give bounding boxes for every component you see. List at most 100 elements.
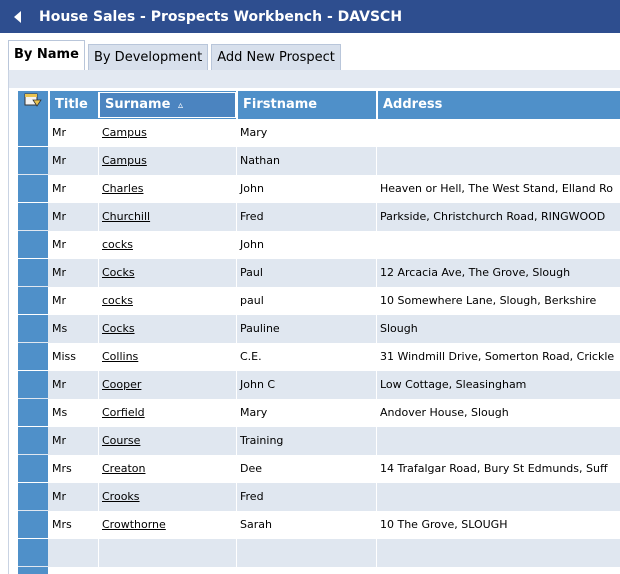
cell-surname-link[interactable]: Cocks xyxy=(98,315,236,343)
cell-address-text: 12 Arcacia Ave, The Grove, Slough xyxy=(380,266,571,279)
tab-by-development[interactable]: By Development xyxy=(87,44,209,70)
row-selector[interactable] xyxy=(18,119,48,146)
cell-title: Mr xyxy=(48,203,98,231)
table-row[interactable]: Mr Campus Mary xyxy=(18,119,620,147)
table-row[interactable]: Mr Charles John Heaven or Hell, The West St… xyxy=(18,175,620,203)
cell-surname-link[interactable]: Crooks xyxy=(98,483,236,511)
cell-firstname: C.E. xyxy=(236,343,376,371)
cell-address: 12 Arcacia Ave, The Grove, Slough xyxy=(376,259,620,287)
table-row[interactable]: Mr Cooper John C Low Cottage, Sleasingham xyxy=(18,371,620,399)
cell-surname-link-text[interactable]: cocks xyxy=(102,238,133,251)
cell-surname-link[interactable]: Corfield xyxy=(98,399,236,427)
cell-title-text: Mr xyxy=(52,210,67,223)
tab-by-name[interactable]: By Name xyxy=(8,40,85,70)
row-selector[interactable] xyxy=(18,343,48,370)
table-row[interactable] xyxy=(18,539,620,567)
cell-title: Mr xyxy=(48,119,98,147)
row-selector[interactable] xyxy=(18,259,48,286)
table-row[interactable]: Mr Cocks Paul 12 Arcacia Ave, The Grove, Sl… xyxy=(18,259,620,287)
table-row[interactable]: Mr Course Training xyxy=(18,427,620,455)
cell-surname-link-text[interactable]: Creaton xyxy=(102,462,145,475)
cell-title: Miss xyxy=(48,343,98,371)
row-selector[interactable] xyxy=(18,567,48,574)
cell-title xyxy=(48,567,98,574)
cell-surname-link[interactable]: Crowthorne xyxy=(98,511,236,539)
cell-surname-link[interactable]: Course xyxy=(98,427,236,455)
cell-firstname: John xyxy=(236,175,376,203)
table-row[interactable]: Ms Corfield Mary Andover House, Slough xyxy=(18,399,620,427)
cell-firstname-text: Mary xyxy=(240,126,268,139)
cell-surname-link[interactable]: Campus xyxy=(98,147,236,175)
cell-surname-link-text[interactable]: Cocks xyxy=(102,322,135,335)
table-row[interactable] xyxy=(18,567,620,574)
tab-add-new-prospect[interactable]: Add New Prospect xyxy=(211,44,341,70)
cell-surname-link[interactable] xyxy=(98,539,236,567)
cell-title: Ms xyxy=(48,315,98,343)
table-row[interactable]: Mrs Crowthorne Sarah 10 The Grove, SLOUGH xyxy=(18,511,620,539)
table-row[interactable]: Miss Collins C.E. 31 Windmill Drive, Somert… xyxy=(18,343,620,371)
cell-surname-link-text[interactable]: Cooper xyxy=(102,378,141,391)
row-selector[interactable] xyxy=(18,287,48,314)
cell-title: Mr xyxy=(48,371,98,399)
cell-address-text: Parkside, Christchurch Road, RINGWOOD xyxy=(380,210,606,223)
row-selector[interactable] xyxy=(18,371,48,398)
cell-surname-link[interactable]: Creaton xyxy=(98,455,236,483)
row-selector[interactable] xyxy=(18,539,48,566)
row-selector[interactable] xyxy=(18,147,48,174)
cell-surname-link-text[interactable]: Churchill xyxy=(102,210,150,223)
table-row[interactable]: Mr cocks John xyxy=(18,231,620,259)
cell-surname-link-text[interactable]: Collins xyxy=(102,350,138,363)
table-row[interactable]: Mr Crooks Fred xyxy=(18,483,620,511)
cell-surname-link[interactable]: Cocks xyxy=(98,259,236,287)
column-header-title[interactable]: Title xyxy=(48,91,98,119)
cell-surname-link-text[interactable]: Corfield xyxy=(102,406,145,419)
row-selector[interactable] xyxy=(18,511,48,538)
cell-surname-link-text[interactable]: Crooks xyxy=(102,490,140,503)
row-selector[interactable] xyxy=(18,231,48,258)
cell-address xyxy=(376,427,620,455)
cell-firstname: paul xyxy=(236,287,376,315)
cell-surname-link-text[interactable]: Crowthorne xyxy=(102,518,166,531)
row-selector[interactable] xyxy=(18,315,48,342)
cell-firstname-text: Fred xyxy=(240,210,264,223)
window-titlebar: House Sales - Prospects Workbench - DAVS… xyxy=(0,0,620,33)
cell-surname-link-text[interactable]: Course xyxy=(102,434,140,447)
row-selector[interactable] xyxy=(18,427,48,454)
table-row[interactable]: Mr Churchill Fred Parkside, Christchurch Ro… xyxy=(18,203,620,231)
column-chooser-button[interactable] xyxy=(18,91,48,119)
table-row[interactable]: Ms Cocks Pauline Slough xyxy=(18,315,620,343)
row-selector[interactable] xyxy=(18,175,48,202)
cell-surname-link[interactable]: Cooper xyxy=(98,371,236,399)
row-selector[interactable] xyxy=(18,483,48,510)
column-header-surname[interactable]: Surname ▵ xyxy=(98,92,236,118)
cell-surname-link[interactable]: Churchill xyxy=(98,203,236,231)
table-row[interactable]: Mrs Creaton Dee 14 Trafalgar Road, Bury St … xyxy=(18,455,620,483)
cell-title-text: Mr xyxy=(52,266,67,279)
cell-title-text: Mrs xyxy=(52,518,72,531)
row-selector[interactable] xyxy=(18,455,48,482)
cell-surname-link[interactable]: cocks xyxy=(98,231,236,259)
table-row[interactable]: Mr Campus Nathan xyxy=(18,147,620,175)
back-arrow-icon[interactable] xyxy=(11,10,25,24)
cell-surname-link[interactable]: Collins xyxy=(98,343,236,371)
cell-surname-link-text[interactable]: cocks xyxy=(102,294,133,307)
cell-surname-link-text[interactable]: Campus xyxy=(102,126,147,139)
row-selector[interactable] xyxy=(18,399,48,426)
column-header-address[interactable]: Address xyxy=(376,91,620,119)
cell-firstname-text: Dee xyxy=(240,462,263,475)
cell-title-text: Mr xyxy=(52,294,67,307)
table-row[interactable]: Mr cocks paul 10 Somewhere Lane, Slough, Be… xyxy=(18,287,620,315)
row-selector[interactable] xyxy=(18,203,48,230)
cell-surname-link[interactable]: cocks xyxy=(98,287,236,315)
cell-surname-link[interactable] xyxy=(98,567,236,574)
cell-surname-link-text[interactable]: Campus xyxy=(102,154,147,167)
cell-surname-link[interactable]: Campus xyxy=(98,119,236,147)
cell-surname-link-text[interactable]: Charles xyxy=(102,182,143,195)
cell-surname-link-text[interactable]: Cocks xyxy=(102,266,135,279)
cell-title-text: Miss xyxy=(52,350,77,363)
cell-address-text: 14 Trafalgar Road, Bury St Edmunds, Suff xyxy=(380,462,608,475)
column-header-firstname[interactable]: Firstname xyxy=(236,91,376,119)
cell-address-text: 10 The Grove, SLOUGH xyxy=(380,518,508,531)
column-header-surname-label: Surname xyxy=(105,97,171,112)
cell-surname-link[interactable]: Charles xyxy=(98,175,236,203)
